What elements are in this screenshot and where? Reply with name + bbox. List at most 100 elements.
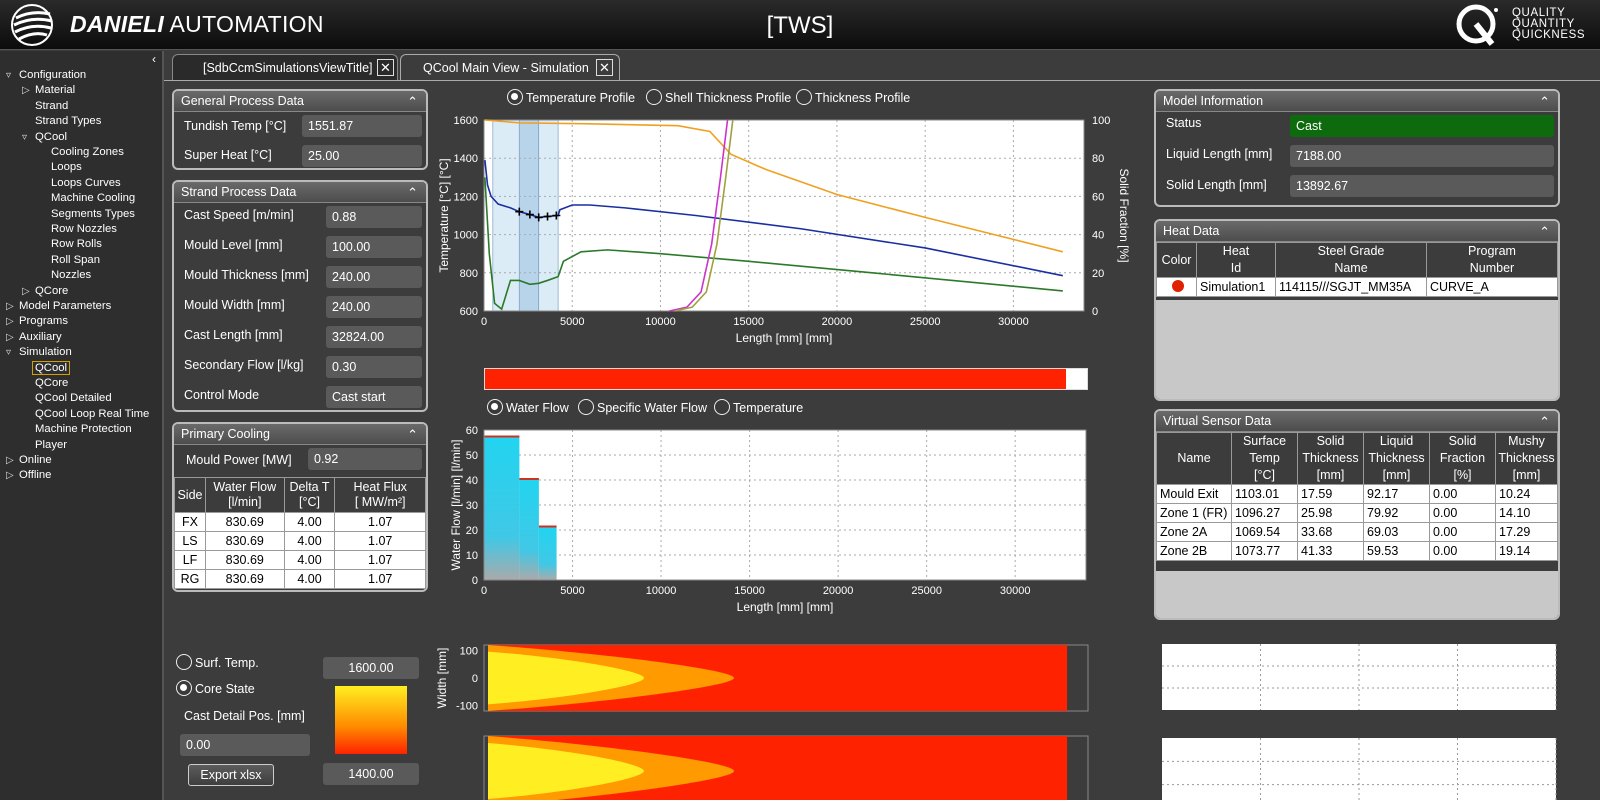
sidebar-item-online[interactable]: ▷ Online — [6, 453, 52, 468]
sidebar-item-configuration[interactable]: ▿ Configuration — [6, 68, 86, 83]
tundish-temp-label: Tundish Temp [°C] — [184, 119, 287, 133]
general-process-panel: General Process Data ⌃ Tundish Temp [°C] … — [172, 89, 428, 170]
sidebar-item-offline[interactable]: ▷ Offline — [6, 468, 51, 483]
table-row[interactable]: Mould Exit 1103.01 17.59 92.17 0.00 10.24 — [1156, 484, 1558, 504]
tab-simulations[interactable]: [SdbCcmSimulationsViewTitle] ✕ — [172, 54, 398, 80]
sidebar-item-qcool[interactable]: QCool — [22, 360, 71, 376]
sidebar-item-model-parameters[interactable]: ▷ Model Parameters — [6, 299, 111, 314]
water-flow-bar — [538, 527, 557, 580]
table-row[interactable]: Zone 2A 1069.54 33.68 69.03 0.00 17.29 — [1156, 522, 1558, 542]
sidebar-item-row-rolls[interactable]: Row Rolls — [38, 237, 102, 252]
column-header: Mushy Thickness [mm] — [1495, 432, 1558, 485]
radio-temperature[interactable]: Temperature — [714, 399, 803, 415]
panel-header[interactable]: Heat Data ⌃ — [1156, 221, 1558, 242]
tundish-temp-field[interactable]: 1551.87 — [302, 115, 422, 137]
expander-icon[interactable]: ▷ — [22, 284, 35, 299]
tab-qcool-main-view[interactable]: QCool Main View - Simulation ✕ — [400, 54, 620, 80]
sidebar-item-label: Strand Types — [35, 115, 102, 128]
sidebar-item-machine-cooling[interactable]: Machine Cooling — [38, 191, 135, 206]
mould-width-field[interactable]: 240.00 — [326, 296, 422, 318]
solid-length-field[interactable]: 13892.67 — [1290, 175, 1554, 197]
table-cell: 830.69 — [204, 512, 285, 532]
cast-detail-pos-field[interactable]: 0.00 — [180, 734, 310, 756]
sidebar-item-qcool-loop-real-time[interactable]: QCool Loop Real Time — [22, 407, 149, 422]
expander-icon[interactable]: ▿ — [6, 345, 19, 360]
sidebar-item-roll-span[interactable]: Roll Span — [38, 253, 100, 268]
surf-temp-radio[interactable]: Surf. Temp. — [176, 654, 259, 670]
heat-table: Color Heat Id Steel Grade Name Program Numb… — [1156, 242, 1558, 297]
radio-shell-thickness-profile[interactable]: Shell Thickness Profile — [646, 89, 791, 105]
sidebar-item-programs[interactable]: ▷ Programs — [6, 314, 68, 329]
sidebar-item-qcore[interactable]: ▷ QCore — [22, 284, 68, 299]
collapse-chevron-icon[interactable]: ⌃ — [1539, 91, 1550, 112]
panel-header[interactable]: Strand Process Data ⌃ — [174, 182, 426, 203]
table-header-row: Name Surface Temp [°C] Solid Thickness [mm… — [1156, 432, 1558, 485]
y-tick-label: 0 — [472, 575, 478, 587]
sidebar-item-machine-protection[interactable]: Machine Protection — [22, 422, 132, 437]
mould-power-field[interactable]: 0.92 — [308, 448, 422, 470]
radio-water-flow[interactable]: Water Flow — [487, 399, 569, 415]
core-state-radio[interactable]: Core State — [176, 680, 255, 696]
export-xlsx-button[interactable]: Export xlsx — [188, 764, 274, 786]
collapse-chevron-icon[interactable]: ⌃ — [407, 182, 418, 203]
collapse-chevron-icon[interactable]: ⌃ — [407, 91, 418, 112]
title-bar: DANIELI AUTOMATION [TWS] QUALITY QUANTITY… — [0, 0, 1600, 50]
collapse-sidebar-icon[interactable]: ‹ — [152, 52, 156, 66]
table-row[interactable]: Zone 1 (FR) 1096.27 25.98 79.92 0.00 14.10 — [1156, 503, 1558, 523]
expander-icon[interactable]: ▷ — [6, 330, 19, 345]
y2-tick-label: 20 — [1092, 268, 1104, 280]
expander-icon[interactable]: ▷ — [6, 299, 19, 314]
sidebar-item-label: Cooling Zones — [51, 146, 124, 158]
expander-icon[interactable]: ▿ — [6, 68, 19, 83]
cast-length-field[interactable]: 32824.00 — [326, 326, 422, 348]
sidebar-item-strand-types[interactable]: Strand Types — [22, 114, 101, 129]
sidebar-item-qcool-detailed[interactable]: QCool Detailed — [22, 391, 112, 406]
table-row: LS 830.69 4.00 1.07 — [174, 531, 426, 551]
expander-icon[interactable]: ▷ — [6, 314, 19, 329]
sidebar-item-cooling-zones[interactable]: Cooling Zones — [38, 145, 124, 160]
collapse-chevron-icon[interactable]: ⌃ — [407, 424, 418, 445]
panel-header[interactable]: Primary Cooling ⌃ — [174, 424, 426, 445]
sidebar-item-auxiliary[interactable]: ▷ Auxiliary — [6, 330, 62, 345]
x-tick-label: 20000 — [822, 316, 853, 328]
expander-icon[interactable]: ▷ — [6, 468, 19, 483]
x-tick-label: 10000 — [646, 585, 677, 597]
sidebar-item-material[interactable]: ▷ Material — [22, 83, 75, 98]
sidebar-item-loops-curves[interactable]: Loops Curves — [38, 176, 121, 191]
mould-thickness-field[interactable]: 240.00 — [326, 266, 422, 288]
sidebar-item-strand[interactable]: Strand — [22, 99, 68, 114]
close-tab-icon[interactable]: ✕ — [596, 59, 613, 76]
table-row[interactable]: Simulation1 114115///SGJT_MM35A CURVE_A — [1156, 277, 1558, 297]
sidebar-item-player[interactable]: Player — [22, 438, 67, 453]
table-cell: 830.69 — [204, 531, 285, 551]
sidebar-item-loops[interactable]: Loops — [38, 160, 82, 175]
sidebar-item-simulation[interactable]: ▿ Simulation — [6, 345, 72, 360]
panel-header[interactable]: Virtual Sensor Data ⌃ — [1156, 411, 1558, 432]
collapse-chevron-icon[interactable]: ⌃ — [1539, 411, 1550, 432]
super-heat-field[interactable]: 25.00 — [302, 145, 422, 167]
column-header: Heat Flux [ MW/m²] — [334, 477, 426, 513]
close-tab-icon[interactable]: ✕ — [377, 59, 394, 76]
expander-icon[interactable]: ▿ — [22, 130, 35, 145]
table-cell: 1103.01 — [1231, 484, 1298, 504]
tab-underline — [164, 80, 1600, 81]
control-mode-field[interactable]: Cast start — [326, 386, 422, 408]
panel-header[interactable]: General Process Data ⌃ — [174, 91, 426, 112]
radio-temperature-profile[interactable]: Temperature Profile — [507, 89, 635, 105]
sidebar-item-nozzles[interactable]: Nozzles — [38, 268, 91, 283]
radio-thickness-profile[interactable]: Thickness Profile — [796, 89, 910, 105]
expander-icon[interactable]: ▷ — [6, 453, 19, 468]
table-row[interactable]: Zone 2B 1073.77 41.33 59.53 0.00 19.14 — [1156, 541, 1558, 561]
secondary-flow-field[interactable]: 0.30 — [326, 356, 422, 378]
sidebar-item-row-nozzles[interactable]: Row Nozzles — [38, 222, 117, 237]
sidebar-item-qcool[interactable]: ▿ QCool — [22, 130, 67, 145]
expander-icon[interactable]: ▷ — [22, 83, 35, 98]
mould-level-field[interactable]: 100.00 — [326, 236, 422, 258]
collapse-chevron-icon[interactable]: ⌃ — [1539, 221, 1550, 242]
sidebar-item-segments-types[interactable]: Segments Types — [38, 207, 135, 222]
sidebar-item-qcore[interactable]: QCore — [22, 376, 68, 391]
radio-specific-water-flow[interactable]: Specific Water Flow — [578, 399, 707, 415]
panel-header[interactable]: Model Information ⌃ — [1156, 91, 1558, 112]
liquid-length-field[interactable]: 7188.00 — [1290, 145, 1554, 167]
cast-speed-field[interactable]: 0.88 — [326, 206, 422, 228]
